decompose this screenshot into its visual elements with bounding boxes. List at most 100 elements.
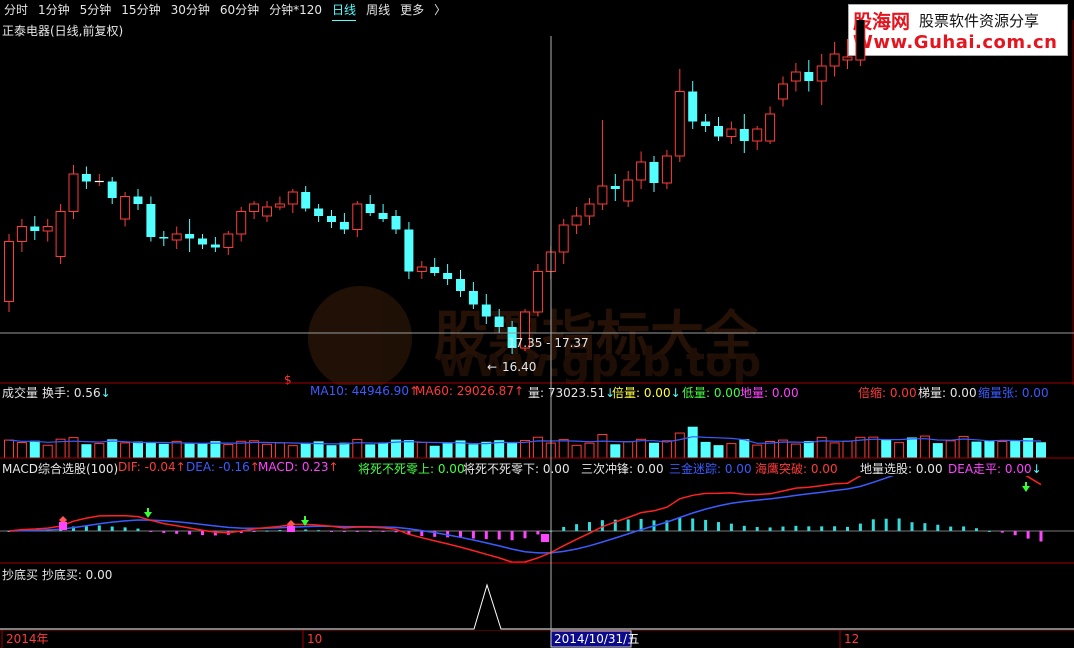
- cursor-date-label: 2014/10/31/五: [554, 632, 639, 646]
- candle: [171, 226, 182, 249]
- bottom-signal-chart[interactable]: [0, 582, 1074, 630]
- candle: [623, 171, 634, 207]
- period-tab[interactable]: 15分钟: [121, 0, 160, 20]
- macd-indicator: MACD: 0.23↑: [258, 460, 339, 474]
- macd-bar: [807, 526, 811, 531]
- candle: [210, 237, 220, 252]
- macd-bar: [884, 518, 888, 531]
- macd-chart[interactable]: [0, 476, 1074, 564]
- candle: [714, 117, 723, 141]
- candle: [443, 264, 453, 285]
- macd-indicator: 海鹰突破: 0.00: [755, 460, 838, 477]
- macd-bar: [729, 523, 733, 531]
- volume-bar: [249, 440, 260, 459]
- candle: [159, 231, 169, 246]
- candlestick-chart[interactable]: 股票指标大全 www.gpzb.top 17.35 - 17.37 ← 16.4…: [0, 20, 1074, 385]
- bottom-signal-line: [0, 583, 1074, 630]
- macd-bar: [626, 519, 630, 531]
- macd-bar: [1013, 531, 1017, 536]
- vol-indicator: 量: 73023.51↓: [528, 384, 615, 401]
- macd-indicator-text: 地量选股: 0.00: [860, 462, 943, 476]
- volume-bar: [158, 443, 169, 459]
- x-label-dec: 12: [844, 632, 859, 646]
- period-tab[interactable]: 5分钟: [80, 0, 112, 20]
- macd-bar: [188, 531, 192, 535]
- candle: [790, 63, 801, 92]
- candle: [804, 60, 814, 92]
- candle: [107, 177, 117, 204]
- up-arrow-icon: ↑: [513, 384, 525, 398]
- volume-bar: [984, 440, 995, 459]
- candle: [301, 186, 311, 212]
- green-down-arrow-icon: [1022, 482, 1030, 492]
- volume-bar: [120, 442, 131, 459]
- period-tab[interactable]: 60分钟: [220, 0, 259, 20]
- volume-bar: [313, 441, 324, 459]
- volume-bar: [339, 442, 350, 459]
- volume-bar: [481, 441, 492, 459]
- volume-bar: [171, 440, 182, 459]
- date-axis: 2014年 10 2014/10/31/五 12: [0, 630, 1074, 648]
- candle: [378, 204, 388, 222]
- macd-bar: [575, 524, 579, 531]
- macd-bar: [420, 531, 424, 537]
- volume-bar: [713, 445, 724, 459]
- candle: [352, 201, 363, 237]
- candle: [404, 222, 414, 279]
- candle: [855, 20, 866, 66]
- macd-bar: [497, 531, 501, 540]
- macd-bar: [368, 531, 372, 532]
- low-arrow: ←: [487, 360, 497, 374]
- macd-bar: [110, 526, 114, 531]
- macd-bar: [794, 525, 798, 531]
- volume-bar: [661, 440, 672, 459]
- macd-markers: [59, 482, 1030, 542]
- vol-indicator: MA60: 29026.87↑: [415, 384, 524, 398]
- macd-indicator: 三次冲锋: 0.00: [581, 460, 664, 477]
- candle: [274, 196, 285, 210]
- period-tab[interactable]: 分时: [4, 0, 28, 20]
- candle: [81, 166, 91, 189]
- candle: [249, 201, 260, 219]
- macd-indicator: DIF: -0.04↑: [118, 460, 186, 474]
- more-chevron-icon[interactable]: 〉: [434, 0, 446, 20]
- period-tab[interactable]: 周线: [366, 0, 390, 20]
- candle: [597, 120, 608, 210]
- down-arrow-icon: ↓: [1031, 462, 1042, 476]
- vol-indicator-text: 梯量: 0.00: [918, 386, 977, 400]
- up-arrow-icon: ↑: [175, 460, 186, 474]
- macd-indicator-text: 三次冲锋: 0.00: [581, 462, 664, 476]
- macd-bar: [342, 531, 346, 532]
- vol-indicator-text: MA10: 44946.90: [310, 384, 409, 398]
- macd-bar: [678, 517, 682, 531]
- macd-bar: [162, 531, 166, 533]
- period-tab[interactable]: 分钟*120: [269, 0, 322, 20]
- macd-bar: [136, 528, 140, 531]
- volume-bar: [700, 441, 711, 459]
- volume-bar: [29, 440, 40, 459]
- macd-bar: [484, 531, 488, 540]
- down-arrow-icon: ↓: [100, 386, 111, 400]
- candle: [236, 207, 247, 242]
- period-tab[interactable]: 1分钟: [38, 0, 70, 20]
- macd-bar: [975, 528, 978, 531]
- volume-bar: [790, 443, 801, 459]
- macd-bar: [510, 531, 514, 541]
- macd-bar: [820, 526, 824, 531]
- volume-bar: [520, 439, 530, 459]
- volume-bar: [971, 441, 982, 459]
- candle: [339, 213, 349, 234]
- macd-indicator: DEA: -0.16↑: [186, 460, 260, 474]
- period-tab[interactable]: 30分钟: [171, 0, 210, 20]
- magenta-signal-block: [541, 534, 549, 542]
- dea-line: [8, 476, 895, 554]
- period-tab[interactable]: 日线: [332, 0, 357, 21]
- macd-bar: [742, 525, 746, 531]
- up-arrow-icon: ↑: [328, 460, 339, 474]
- volume-bar: [94, 443, 105, 459]
- candle: [30, 216, 40, 240]
- period-tab[interactable]: 更多: [400, 0, 424, 20]
- volume-bar: [558, 439, 569, 459]
- macd-bar: [201, 531, 204, 536]
- vol-indicator-text: 量: 73023.51: [528, 386, 606, 400]
